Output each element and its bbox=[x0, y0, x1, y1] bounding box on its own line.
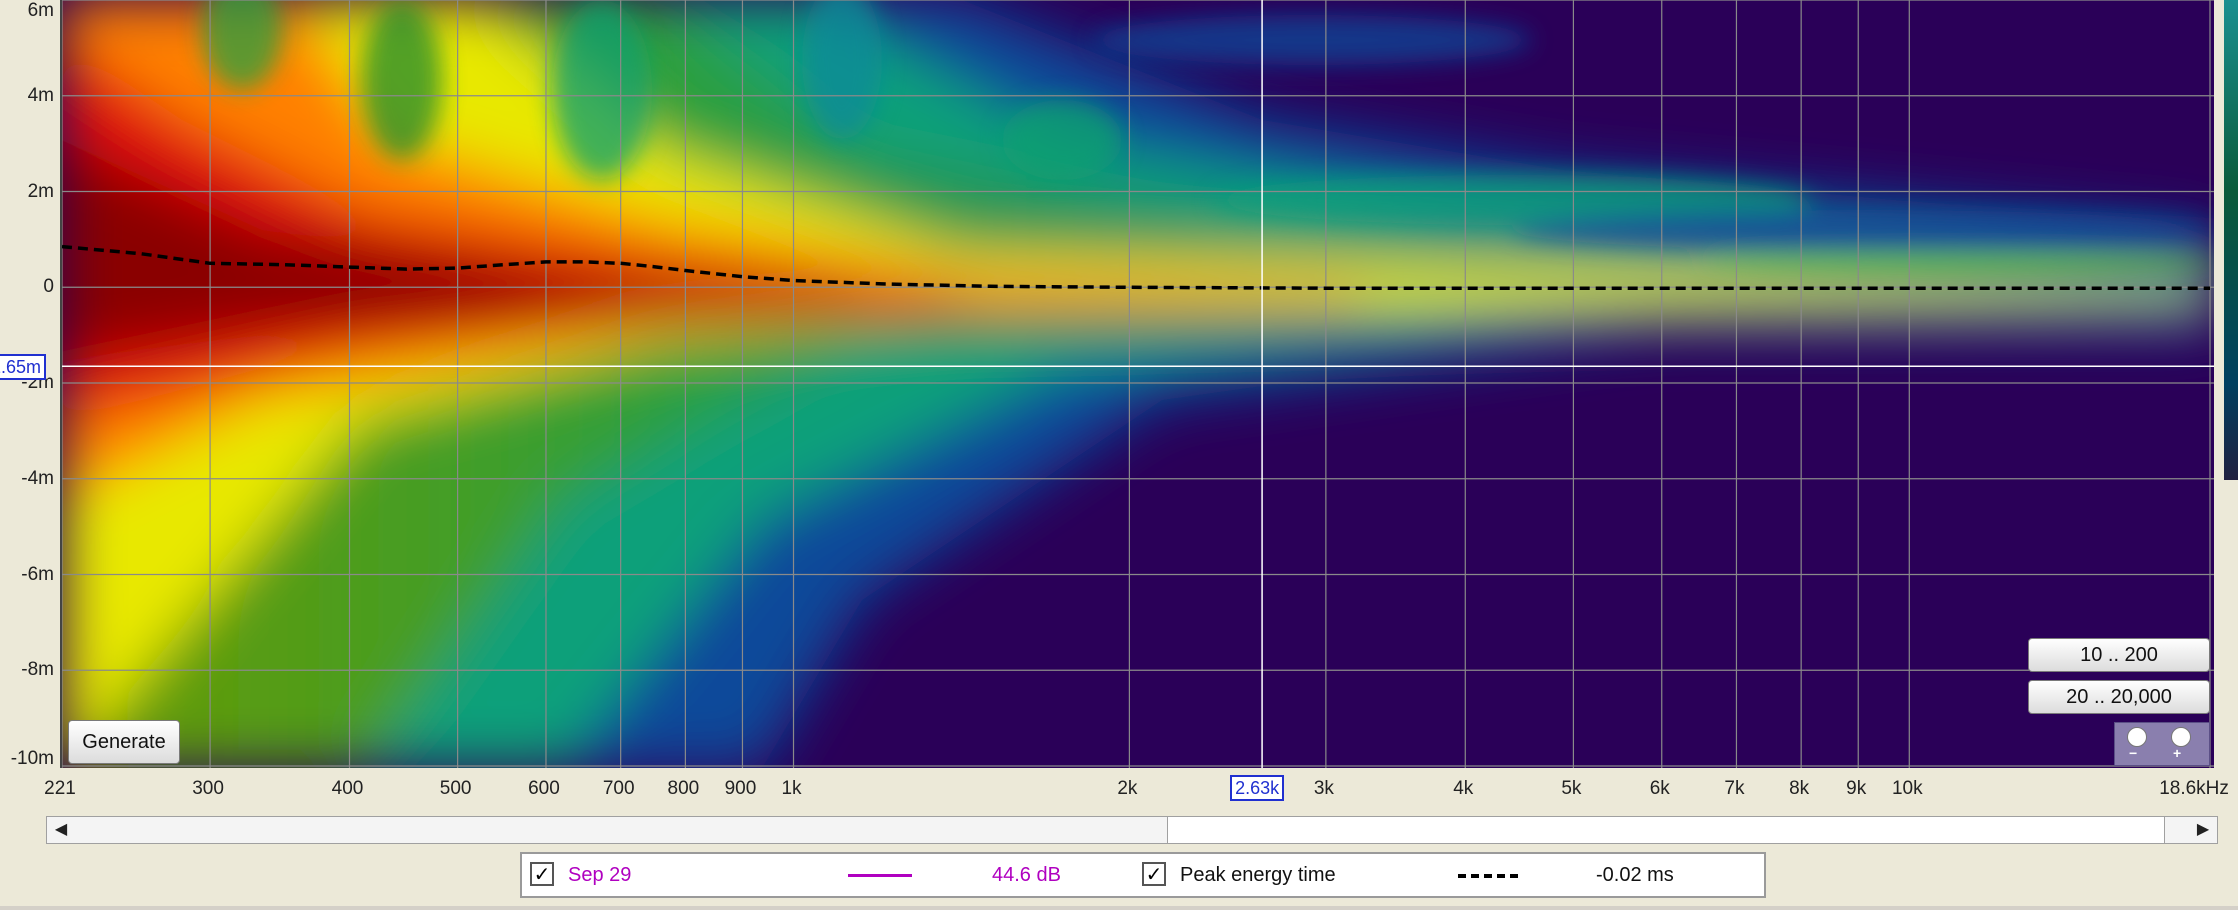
status-strip bbox=[0, 906, 2238, 910]
x-tick-label: 9k bbox=[1846, 778, 1867, 799]
peak-line-swatch bbox=[1458, 874, 1518, 878]
scrollbar-thumb[interactable] bbox=[1167, 817, 2165, 843]
y-tick-label: 0 bbox=[43, 276, 54, 298]
x-tick-label: 7k bbox=[1724, 778, 1745, 799]
x-tick-label: 10k bbox=[1891, 778, 1923, 799]
x-tick-label: 18.6kHz bbox=[2159, 778, 2229, 799]
y-tick-label: 6m bbox=[27, 0, 54, 21]
cursor-y-readout: 1.65m bbox=[0, 354, 47, 381]
y-tick-label: -4m bbox=[21, 467, 54, 489]
x-tick-label: 700 bbox=[602, 778, 635, 799]
scroll-right-icon[interactable]: ▶ bbox=[2189, 817, 2217, 843]
peak-checkbox[interactable]: ✓ bbox=[1142, 862, 1166, 886]
y-tick-label: 4m bbox=[27, 84, 54, 106]
spectrogram-plot[interactable]: Generate 10 .. 200 20 .. 20,000 bbox=[60, 0, 2214, 768]
x-tick-label: 6k bbox=[1649, 778, 1670, 799]
x-tick-label: 800 bbox=[667, 778, 700, 799]
meas-value: 44.6 dB bbox=[992, 864, 1061, 886]
zoom-out-icon[interactable] bbox=[2127, 727, 2147, 747]
x-tick-label: 900 bbox=[724, 778, 757, 799]
y-tick-label: -8m bbox=[21, 659, 54, 681]
y-tick-label: 2m bbox=[27, 180, 54, 202]
range-10-200-button[interactable]: 10 .. 200 bbox=[2028, 638, 2210, 672]
peak-name: Peak energy time bbox=[1180, 864, 1336, 886]
x-tick-label: 8k bbox=[1789, 778, 1810, 799]
peak-value: -0.02 ms bbox=[1596, 864, 1674, 886]
cursor-x-readout: 2.63k bbox=[1230, 775, 1285, 801]
y-tick-label: -10m bbox=[10, 748, 54, 769]
horizontal-scrollbar[interactable]: ◀ ▶ bbox=[46, 816, 2218, 844]
x-tick-label: 221 bbox=[44, 778, 76, 799]
x-tick-label: 4k bbox=[1453, 778, 1474, 799]
legend-bar: ✓ Sep 29 44.6 dB ✓ Peak energy time -0.0… bbox=[520, 852, 1766, 898]
colour-scale-bar bbox=[2224, 0, 2238, 480]
zoom-out-sign: − bbox=[2129, 745, 2138, 761]
x-tick-label: 1k bbox=[781, 778, 802, 799]
x-tick-label: 3k bbox=[1313, 778, 1334, 799]
generate-button[interactable]: Generate bbox=[68, 720, 180, 764]
meas-name: Sep 29 bbox=[568, 864, 632, 886]
meas-line-swatch bbox=[848, 874, 912, 877]
range-20-20000-button[interactable]: 20 .. 20,000 bbox=[2028, 680, 2210, 714]
x-tick-label: 300 bbox=[192, 778, 224, 799]
x-tick-label: 5k bbox=[1561, 778, 1582, 799]
zoom-in-icon[interactable] bbox=[2171, 727, 2191, 747]
scroll-left-icon[interactable]: ◀ bbox=[47, 817, 75, 843]
y-tick-label: -6m bbox=[21, 563, 54, 585]
x-tick-label: 2k bbox=[1117, 778, 1138, 799]
zoom-control[interactable]: − + bbox=[2114, 722, 2210, 766]
x-tick-label: 400 bbox=[331, 778, 364, 799]
x-tick-label: 600 bbox=[528, 778, 560, 799]
x-tick-label: 500 bbox=[439, 778, 472, 799]
meas-checkbox[interactable]: ✓ bbox=[530, 862, 554, 886]
zoom-in-sign: + bbox=[2173, 745, 2182, 761]
spectrogram-svg bbox=[62, 0, 2214, 768]
